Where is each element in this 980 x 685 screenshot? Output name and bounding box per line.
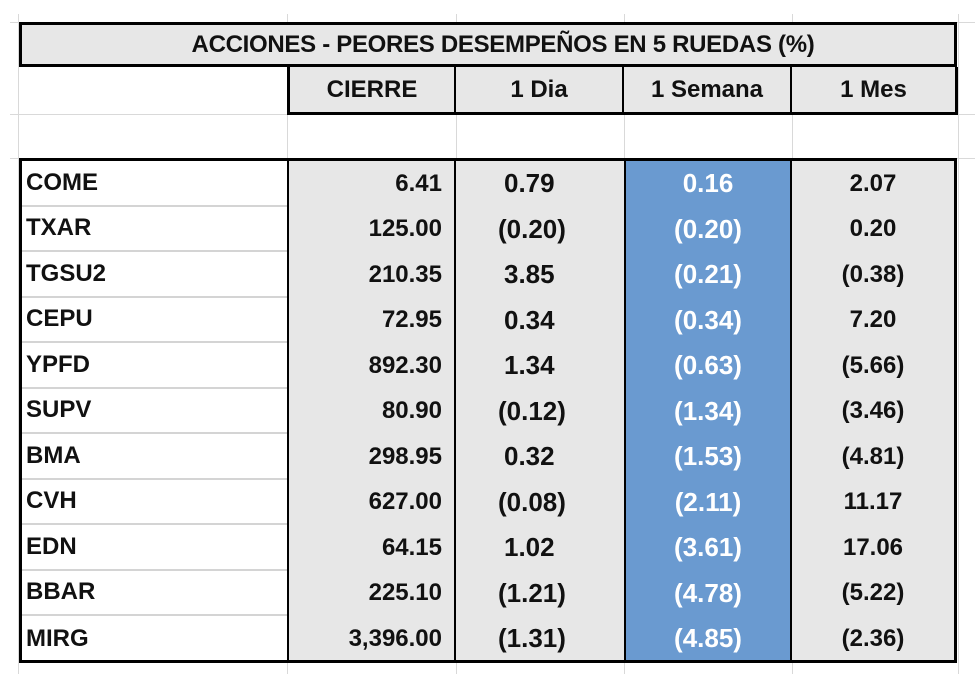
table-body-border	[19, 158, 957, 663]
column-header-cierre: CIERRE	[287, 67, 456, 115]
table-title-text: ACCIONES - PEORES DESEMPEÑOS EN 5 RUEDAS…	[191, 30, 815, 58]
column-header-1-mes: 1 Mes	[792, 67, 958, 115]
column-header-1-dia: 1 Dia	[456, 67, 624, 115]
table-title: ACCIONES - PEORES DESEMPEÑOS EN 5 RUEDAS…	[19, 22, 957, 67]
column-header-1-semana: 1 Semana	[624, 67, 792, 115]
gridline	[958, 14, 959, 674]
